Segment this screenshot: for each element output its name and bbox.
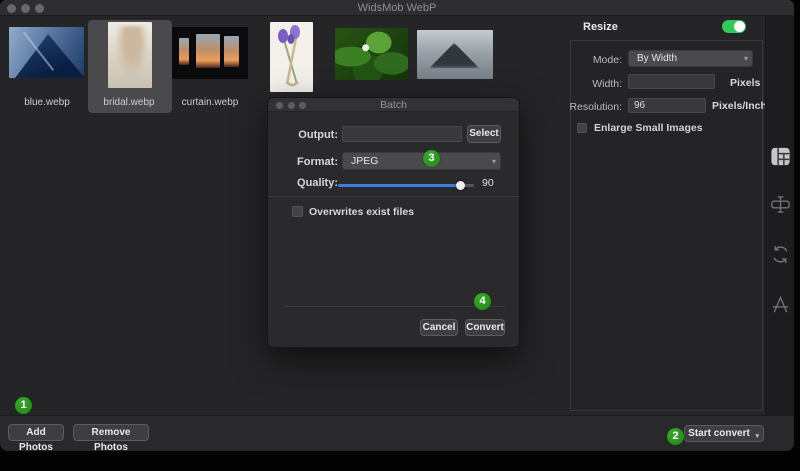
thumbnail-blue[interactable]	[9, 27, 84, 78]
cancel-button[interactable]: Cancel	[420, 319, 458, 336]
overwrite-files-checkbox[interactable]	[292, 206, 303, 217]
resize-tool-icon[interactable]	[770, 146, 791, 167]
enlarge-small-images-checkbox[interactable]	[577, 123, 587, 133]
thumbnail-bridal[interactable]	[108, 22, 152, 88]
chevron-down-icon: ▾	[755, 429, 759, 444]
mountain-peak-art	[429, 43, 479, 68]
text-watermark-tool-icon[interactable]	[770, 294, 791, 315]
enlarge-small-images-label: Enlarge Small Images	[594, 122, 703, 134]
resolution-unit-label: Pixels/Inch	[712, 100, 767, 112]
remove-photos-button[interactable]: Remove Photos	[73, 424, 149, 441]
mode-dropdown-value: By Width	[637, 53, 677, 64]
chevron-down-icon: ▾	[744, 51, 748, 66]
start-convert-button[interactable]: Start convert ▾	[684, 425, 764, 442]
resize-panel-box	[570, 40, 763, 411]
quality-slider-fill	[338, 184, 460, 187]
select-output-button[interactable]: Select	[467, 125, 501, 143]
mode-label: Mode:	[567, 54, 622, 66]
annotation-badge-1: 1	[15, 397, 32, 414]
curtain-window-art	[179, 38, 190, 65]
batch-dialog-title-bar: Batch	[268, 98, 519, 112]
thumbnail-label-curtain: curtain.webp	[176, 97, 244, 109]
width-label: Width:	[567, 78, 622, 90]
curtain-window-art	[196, 34, 220, 68]
thumbnail-label-bridal: bridal.webp	[96, 97, 162, 109]
thumbnail-flower[interactable]	[270, 22, 313, 92]
resolution-label: Resolution:	[556, 101, 622, 113]
title-bar: WidsMob WebP	[0, 0, 794, 16]
overwrite-files-label: Overwrites exist files	[309, 206, 414, 218]
output-path-input[interactable]	[342, 126, 462, 142]
width-unit-label: Pixels	[730, 77, 760, 89]
convert-button[interactable]: Convert	[465, 319, 505, 336]
convert-rotate-tool-icon[interactable]	[770, 244, 791, 265]
quality-slider[interactable]	[338, 181, 474, 190]
thumbnail-label-blue: blue.webp	[14, 97, 80, 109]
quality-slider-knob[interactable]	[456, 181, 465, 190]
thumbnail-mountain[interactable]	[417, 30, 493, 79]
chevron-down-icon: ▾	[492, 153, 496, 170]
dialog-divider	[268, 196, 519, 197]
quality-value: 90	[482, 177, 494, 189]
dimension-tool-icon[interactable]	[770, 194, 791, 215]
quality-label: Quality:	[278, 177, 338, 189]
thumbnail-curtain[interactable]	[172, 27, 248, 79]
output-label: Output:	[278, 129, 338, 141]
mode-dropdown[interactable]: By Width ▾	[628, 50, 753, 67]
thumbnail-leaves[interactable]	[335, 28, 408, 80]
blue-pyramid-art	[9, 27, 84, 78]
batch-dialog-title: Batch	[268, 98, 519, 112]
width-input[interactable]	[628, 74, 715, 89]
annotation-badge-4: 4	[474, 293, 491, 310]
add-photos-button[interactable]: Add Photos	[8, 424, 64, 441]
batch-dialog: Batch Output: Select Format: JPEG ▾ Qual…	[267, 97, 520, 348]
format-label: Format:	[278, 156, 338, 168]
bridal-figure-art	[113, 26, 146, 84]
tool-strip	[765, 16, 794, 415]
start-convert-label: Start convert	[688, 428, 750, 439]
format-dropdown[interactable]: JPEG ▾	[342, 152, 501, 170]
resize-toggle[interactable]	[722, 20, 746, 33]
dialog-divider	[284, 306, 505, 307]
resolution-input[interactable]	[628, 98, 706, 113]
resize-toggle-knob	[734, 21, 745, 32]
resize-panel-title: Resize	[583, 21, 618, 33]
format-dropdown-value: JPEG	[351, 155, 378, 167]
window-title: WidsMob WebP	[0, 0, 794, 16]
annotation-badge-2: 2	[667, 428, 684, 445]
curtain-window-art	[224, 36, 238, 66]
annotation-badge-3: 3	[423, 150, 440, 167]
flower-art	[270, 22, 313, 92]
